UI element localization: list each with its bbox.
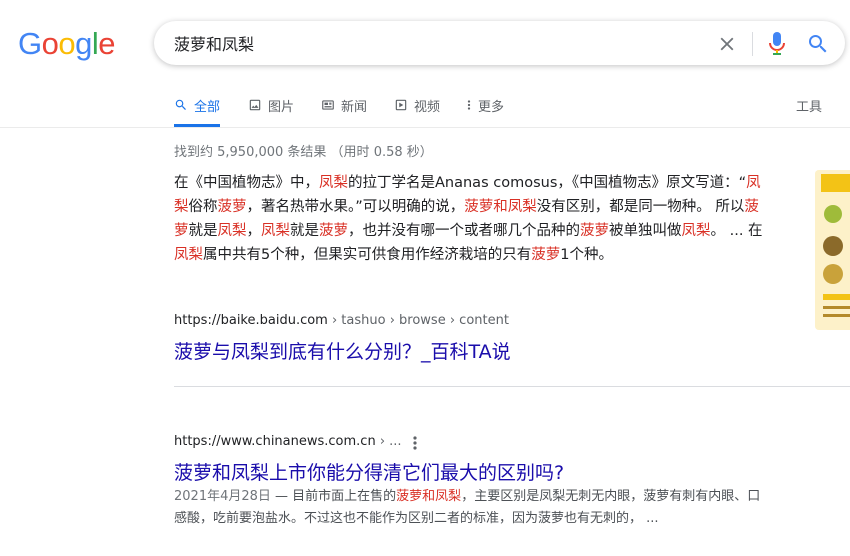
snippet-text: 就是 (188, 223, 218, 239)
searchbox-divider (752, 32, 753, 56)
result-description: 2021年4月28日 — 目前市面上在售的菠萝和凤梨，主要区别是凤梨无刺无内眼，… (174, 486, 764, 530)
tab-label: 全部 (194, 100, 221, 115)
search-box (154, 21, 845, 65)
snippet-text: 俗称 (188, 199, 218, 215)
snippet-text: 属中共有5个种，但果实可供食用作经济栽培的只有 (203, 247, 532, 263)
tab-label: 更多 (478, 100, 505, 115)
highlighted-term: 凤梨 (261, 223, 290, 239)
search-input[interactable] (174, 31, 694, 55)
highlighted-term: 菠萝 (319, 223, 348, 239)
cite-path: › tashuo › browse › content (327, 313, 509, 328)
result-cite: https://www.chinanews.com.cn › ... (174, 434, 402, 449)
tab-label: 新闻 (341, 100, 368, 115)
snippet-text: 。 ... 在 (710, 223, 763, 239)
highlighted-term: 凤梨 (217, 223, 247, 239)
search-icon (809, 35, 827, 53)
snippet-text: 被单独叫做 (609, 223, 682, 239)
highlighted-term: 菠萝 (580, 223, 609, 239)
featured-snippet-text: 在《中国植物志》中，凤梨的拉丁学名是Ananas comosus，《中国植物志》… (174, 171, 764, 267)
cite-domain: https://www.chinanews.com.cn (174, 434, 376, 449)
snippet-text: ，也并没有哪一个或者哪几个品种的 (348, 223, 580, 239)
snippet-text: 1个种。 (560, 247, 613, 263)
snippet-text: ，著名热带水果。”可以明确的说， (246, 199, 465, 215)
tab-videos[interactable]: 视频 (394, 96, 440, 126)
highlighted-term: 菠萝 (217, 199, 247, 215)
more-vert-icon (467, 100, 471, 110)
highlighted-term: 凤梨 (319, 175, 348, 191)
logo-letter: g (75, 26, 92, 61)
featured-snippet-image[interactable] (815, 170, 850, 330)
snippet-text: ， (246, 223, 262, 239)
search-button[interactable] (806, 32, 830, 56)
video-icon (395, 99, 407, 111)
tab-images[interactable]: 图片 (248, 96, 294, 126)
tools-button[interactable]: 工具 (796, 96, 822, 115)
voice-search-button[interactable] (766, 31, 788, 57)
tab-label: 视频 (414, 100, 441, 115)
tab-news[interactable]: 新闻 (321, 96, 367, 126)
news-icon (322, 100, 334, 110)
result-separator (174, 386, 850, 387)
result-title[interactable]: 菠萝和凤梨上市你能分得清它们最大的区别吗? (174, 458, 564, 485)
cite-path: › ... (375, 434, 402, 449)
more-vert-icon (413, 436, 417, 450)
snippet-text: — 目前市面上在售的 (270, 489, 397, 504)
tab-more[interactable]: 更多 (466, 96, 504, 126)
tab-label: 图片 (268, 100, 295, 115)
result-menu-button[interactable] (410, 435, 420, 451)
search-icon (175, 99, 186, 110)
close-icon (720, 37, 734, 51)
header-divider (0, 127, 850, 128)
highlighted-term: 菠萝和凤梨 (396, 489, 462, 504)
highlighted-term: 菠萝和凤梨 (464, 199, 537, 215)
snippet-text: 就是 (290, 223, 319, 239)
featured-result-title[interactable]: 菠萝与凤梨到底有什么分别？_百科TA说 (174, 337, 511, 364)
highlighted-term: 凤梨 (681, 223, 711, 239)
pineapple-image (815, 170, 850, 330)
snippet-text: 没有区别，都是同一物种。 所以 (536, 199, 745, 215)
snippet-text: 在《中国植物志》中， (174, 175, 319, 191)
result-date: 2021年4月28日 (174, 489, 271, 504)
tab-all[interactable]: 全部 (174, 96, 221, 127)
clear-button[interactable] (716, 33, 738, 55)
logo-letter: o (41, 26, 59, 61)
logo-letter: e (98, 26, 116, 61)
result-stats: 找到约 5,950,000 条结果 （用时 0.58 秒） (174, 145, 433, 160)
highlighted-term: 凤梨 (174, 247, 203, 263)
image-icon (249, 99, 261, 111)
google-logo[interactable]: Google (18, 26, 116, 62)
snippet-text: 的拉丁学名是Ananas comosus，《中国植物志》原文写道：“ (348, 175, 747, 191)
logo-letter: G (18, 26, 42, 61)
logo-letter: o (58, 26, 76, 61)
cite-domain: https://baike.baidu.com (174, 313, 328, 328)
microphone-icon (769, 32, 785, 55)
highlighted-term: 菠萝 (531, 247, 561, 263)
featured-cite: https://baike.baidu.com › tashuo › brows… (174, 313, 509, 328)
